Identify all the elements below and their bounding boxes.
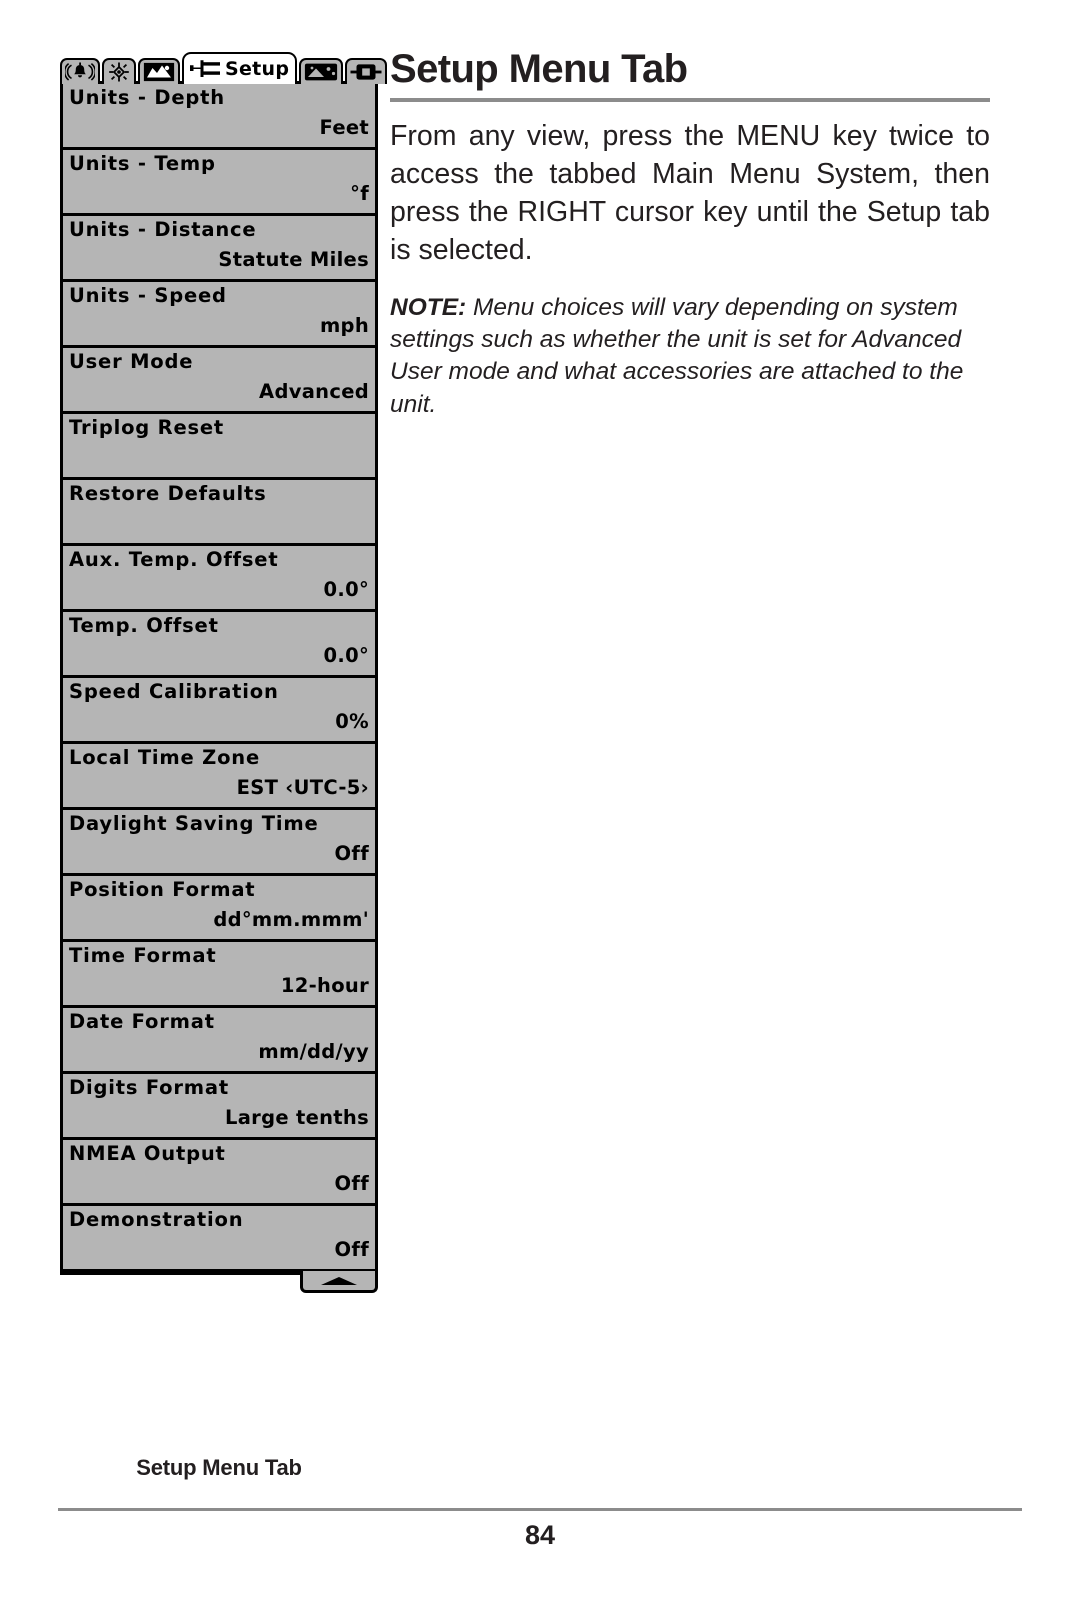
note-label: NOTE:: [390, 293, 467, 321]
menu-item-triplog-reset[interactable]: Triplog Reset: [63, 414, 375, 480]
menu-item-date-format[interactable]: Date Format mm/dd/yy: [63, 1008, 375, 1074]
menu-item-daylight-saving-time[interactable]: Daylight Saving Time Off: [63, 810, 375, 876]
menu-item-label: Units - Temp: [69, 152, 216, 175]
content-column: Setup Menu Tab From any view, press the …: [390, 48, 990, 421]
footer-divider: [58, 1508, 1022, 1511]
tab-views[interactable]: [299, 58, 344, 84]
menu-item-nmea-output[interactable]: NMEA Output Off: [63, 1140, 375, 1206]
menu-item-value: mph: [319, 314, 369, 338]
menu-item-demonstration[interactable]: Demonstration Off: [63, 1206, 375, 1272]
menu-item-label: Speed Calibration: [69, 680, 279, 703]
tab-accessories[interactable]: [345, 58, 388, 84]
menu-item-units-distance[interactable]: Units - Distance Statute Miles: [63, 216, 375, 282]
menu-item-position-format[interactable]: Position Format dd°mm.mmm': [63, 876, 375, 942]
menu-item-local-time-zone[interactable]: Local Time Zone EST ‹UTC-5›: [63, 744, 375, 810]
scroll-up-arrow-icon: [319, 1276, 359, 1286]
tab-sonar[interactable]: [102, 58, 136, 84]
menu-item-label: Date Format: [69, 1010, 215, 1033]
menu-item-label: Daylight Saving Time: [69, 812, 319, 835]
menu-item-label: Digits Format: [69, 1076, 229, 1099]
accessories-connector-icon: [350, 62, 382, 82]
menu-item-label: User Mode: [69, 350, 194, 373]
menu-item-user-mode[interactable]: User Mode Advanced: [63, 348, 375, 414]
figure-caption: Setup Menu Tab: [136, 1455, 302, 1480]
menu-item-temp-offset[interactable]: Temp. Offset 0.0°: [63, 612, 375, 678]
menu-item-label: NMEA Output: [69, 1142, 226, 1165]
menu-tab-strip: Setup: [60, 50, 388, 84]
menu-item-value: 0.0°: [323, 578, 369, 602]
menu-item-label: Aux. Temp. Offset: [69, 548, 279, 571]
note-block: NOTE: Menu choices will vary depending o…: [390, 292, 990, 421]
tab-setup-label: Setup: [225, 57, 290, 80]
sonar-sun-icon: [107, 62, 131, 82]
menu-item-value: Large tenths: [224, 1106, 369, 1130]
menu-item-aux-temp-offset[interactable]: Aux. Temp. Offset 0.0°: [63, 546, 375, 612]
menu-item-label: Time Format: [69, 944, 217, 967]
views-screen-icon: [304, 62, 338, 82]
menu-item-label: Temp. Offset: [69, 614, 219, 637]
menu-item-value: 0%: [335, 710, 369, 734]
tab-navigation[interactable]: [138, 58, 180, 84]
menu-item-value: mm/dd/yy: [258, 1040, 369, 1064]
menu-item-value: 0.0°: [323, 644, 369, 668]
menu-item-value: Off: [334, 1172, 369, 1196]
menu-item-value: Off: [334, 1238, 369, 1262]
alarm-bell-icon: [65, 62, 95, 82]
body-paragraph: From any view, press the MENU key twice …: [390, 120, 990, 266]
scroll-up-indicator[interactable]: [300, 1271, 378, 1293]
setup-menu-list: Units - Depth Feet Units - Temp °f Units…: [60, 81, 378, 1293]
menu-item-units-temp[interactable]: Units - Temp °f: [63, 150, 375, 216]
menu-item-label: Units - Speed: [69, 284, 227, 307]
menu-item-speed-calibration[interactable]: Speed Calibration 0%: [63, 678, 375, 744]
tab-alarms[interactable]: [60, 58, 100, 84]
tab-setup[interactable]: Setup: [182, 52, 298, 84]
menu-item-units-speed[interactable]: Units - Speed mph: [63, 282, 375, 348]
menu-item-value: EST ‹UTC-5›: [236, 776, 369, 800]
menu-item-digits-format[interactable]: Digits Format Large tenths: [63, 1074, 375, 1140]
menu-item-label: Units - Depth: [69, 86, 225, 109]
menu-item-value: Feet: [319, 116, 369, 140]
menu-item-restore-defaults[interactable]: Restore Defaults: [63, 480, 375, 546]
menu-item-value: 12-hour: [280, 974, 369, 998]
menu-item-label: Local Time Zone: [69, 746, 260, 769]
menu-item-label: Restore Defaults: [69, 482, 267, 505]
menu-item-value: Off: [334, 842, 369, 866]
menu-item-label: Demonstration: [69, 1208, 244, 1231]
menu-item-value: Statute Miles: [218, 248, 369, 272]
menu-item-time-format[interactable]: Time Format 12-hour: [63, 942, 375, 1008]
menu-item-label: Units - Distance: [69, 218, 257, 241]
menu-item-value: °f: [350, 182, 369, 206]
note-text: Menu choices will vary depending on syst…: [390, 293, 964, 418]
menu-item-label: Position Format: [69, 878, 256, 901]
menu-item-value: dd°mm.mmm': [213, 908, 369, 932]
menu-item-label: Triplog Reset: [69, 416, 225, 439]
setup-wrench-icon: [189, 59, 221, 79]
navigation-chart-icon: [143, 62, 175, 82]
lcd-screenshot-figure: Setup Units - Depth Feet Units - Temp °f…: [60, 50, 388, 1293]
page-title: Setup Menu Tab: [390, 47, 688, 91]
menu-item-units-depth[interactable]: Units - Depth Feet: [63, 84, 375, 150]
menu-item-value: Advanced: [259, 380, 369, 404]
page-number: 84: [524, 1520, 556, 1550]
title-divider: [390, 98, 990, 102]
